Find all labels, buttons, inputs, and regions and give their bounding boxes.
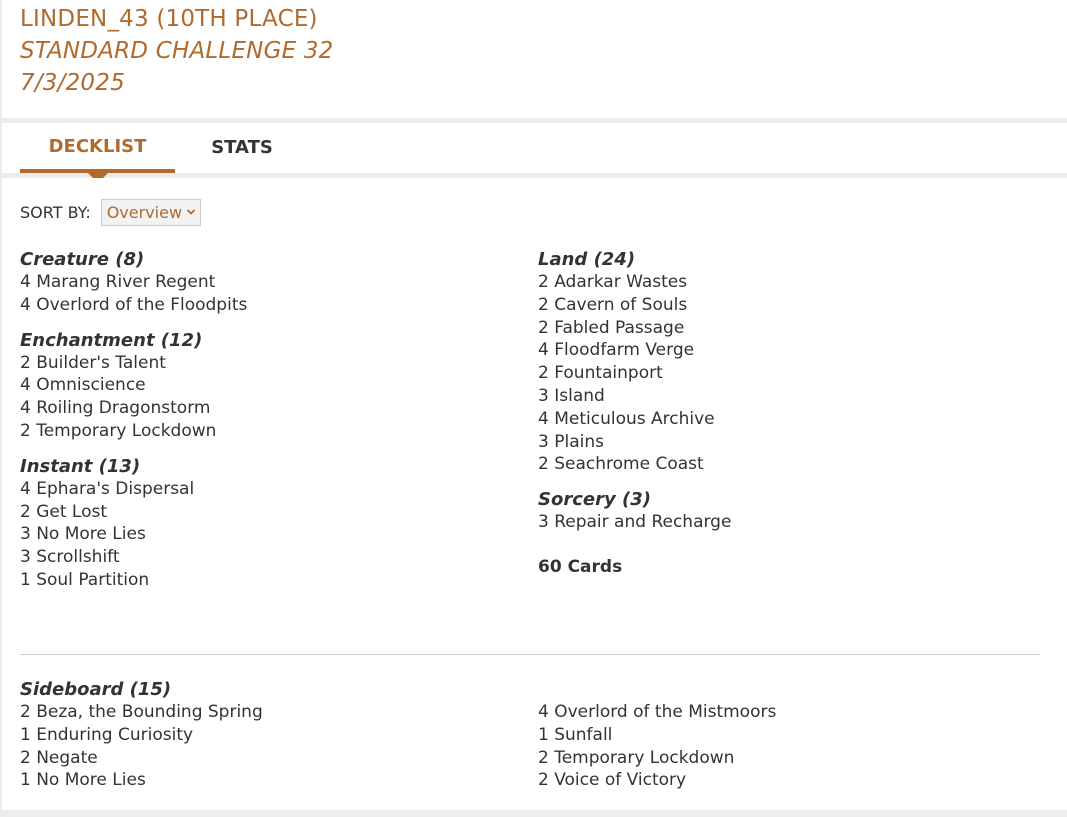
card-type-group: Sorcery (3) 3 Repair and Recharge [538, 488, 1018, 534]
sideboard-card-entry[interactable]: 2 Beza, the Bounding Spring [20, 701, 500, 724]
card-type-group: Instant (13) 4 Ephara's Dispersal 2 Get Lo… [20, 455, 500, 592]
deck-header: LINDEN_43 (10TH PLACE) STANDARD CHALLENG… [2, 0, 1067, 118]
sideboard-right-column: 4 Overlord of the Mistmoors 1 Sunfall 2 Te… [538, 701, 1018, 792]
card-entry[interactable]: 2 Get Lost [20, 501, 500, 524]
card-entry[interactable]: 4 Omniscience [20, 374, 500, 397]
tab-bar: DECKLIST STATS [2, 123, 1067, 183]
card-entry[interactable]: 3 No More Lies [20, 523, 500, 546]
sort-dropdown[interactable]: Overview [100, 198, 202, 226]
card-entry[interactable]: 2 Adarkar Wastes [538, 271, 1018, 294]
sideboard-card-entry[interactable]: 1 Enduring Curiosity [20, 724, 500, 747]
sideboard-card-entry[interactable]: 1 No More Lies [20, 769, 500, 792]
card-entry[interactable]: 4 Marang River Regent [20, 271, 500, 294]
card-entry[interactable]: 3 Repair and Recharge [538, 511, 1018, 534]
card-entry[interactable]: 4 Meticulous Archive [538, 408, 1018, 431]
sideboard-card-entry[interactable]: 4 Overlord of the Mistmoors [538, 701, 1018, 724]
total-card-count: 60 Cards [538, 556, 623, 577]
sort-selected-value: Overview [106, 202, 183, 222]
sideboard-left-column: 2 Beza, the Bounding Spring 1 Enduring Cu… [20, 701, 500, 792]
sideboard-divider [20, 654, 1040, 655]
sideboard-card-entry[interactable]: 2 Voice of Victory [538, 769, 1018, 792]
card-entry[interactable]: 2 Fabled Passage [538, 317, 1018, 340]
sort-row: SORT BY: Overview [20, 198, 202, 226]
card-entry[interactable]: 3 Island [538, 385, 1018, 408]
card-entry[interactable]: 2 Cavern of Souls [538, 294, 1018, 317]
card-type-heading: Sorcery (3) [538, 489, 651, 511]
sideboard-card-entry[interactable]: 1 Sunfall [538, 724, 1018, 747]
tab-stats[interactable]: STATS [192, 123, 292, 173]
card-entry[interactable]: 4 Ephara's Dispersal [20, 478, 500, 501]
sideboard-title: Sideboard (15) [20, 679, 172, 700]
event-name: STANDARD CHALLENGE 32 [20, 38, 334, 64]
maindeck-right-column: Land (24) 2 Adarkar Wastes 2 Cavern of Sou… [538, 248, 1018, 579]
card-entry[interactable]: 4 Overlord of the Floodpits [20, 294, 500, 317]
tab-decklist[interactable]: DECKLIST [20, 123, 175, 173]
card-type-group: Enchantment (12) 2 Builder's Talent 4 Omni… [20, 329, 500, 443]
sort-label: SORT BY: [20, 202, 91, 222]
sideboard-card-entry[interactable]: 2 Temporary Lockdown [538, 747, 1018, 770]
player-name: LINDEN_43 (10TH PLACE) [20, 6, 318, 32]
card-entry[interactable]: 2 Seachrome Coast [538, 453, 1018, 476]
event-date: 7/3/2025 [20, 70, 125, 96]
card-entry[interactable]: 3 Scrollshift [20, 546, 500, 569]
card-type-heading: Land (24) [538, 249, 636, 270]
card-type-heading: Instant (13) [20, 455, 141, 477]
card-entry[interactable]: 1 Soul Partition [20, 569, 500, 592]
card-type-group: Creature (8) 4 Marang River Regent 4 Overl… [20, 248, 500, 317]
card-entry[interactable]: 4 Roiling Dragonstorm [20, 397, 500, 420]
card-entry[interactable]: 2 Builder's Talent [20, 352, 500, 375]
sideboard-card-entry[interactable]: 2 Negate [20, 747, 500, 770]
card-type-group: Land (24) 2 Adarkar Wastes 2 Cavern of Sou… [538, 248, 1018, 476]
card-entry[interactable]: 2 Fountainport [538, 362, 1018, 385]
card-entry[interactable]: 4 Floodfarm Verge [538, 339, 1018, 362]
card-entry[interactable]: 3 Plains [538, 431, 1018, 454]
card-entry[interactable]: 2 Temporary Lockdown [20, 420, 500, 443]
chevron-down-icon [186, 209, 196, 215]
maindeck-left-column: Creature (8) 4 Marang River Regent 4 Overl… [20, 248, 500, 604]
decklist-panel: SORT BY: Overview Creature (8) 4 Marang R… [2, 178, 1067, 810]
card-type-heading: Creature (8) [20, 249, 145, 270]
card-type-heading: Enchantment (12) [20, 329, 203, 351]
